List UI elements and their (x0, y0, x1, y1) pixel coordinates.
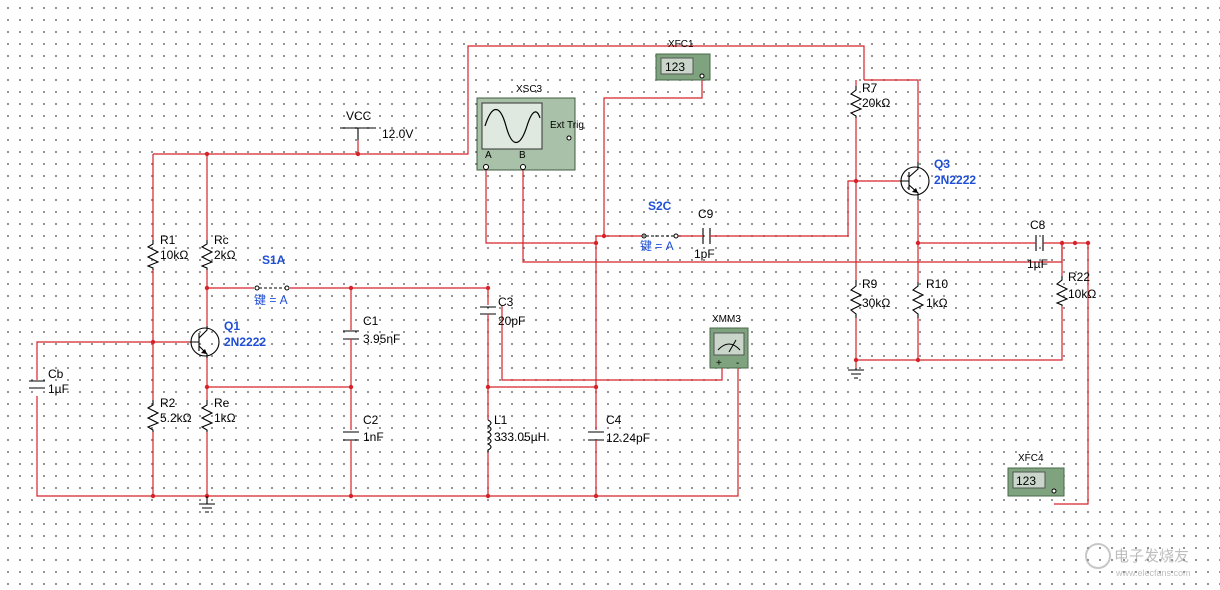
capacitor-cb[interactable]: Cb 1µF (29, 367, 69, 396)
r2-ref: R2 (160, 396, 176, 410)
transistor-q3[interactable]: Q3 2N2222 (900, 157, 976, 200)
capacitor-c3[interactable]: C3 20pF (480, 295, 525, 328)
c1-ref: C1 (363, 314, 379, 328)
c8-value: 1µF (1027, 257, 1048, 271)
schematic-svg: VCC 12.0V R1 10kΩ Rc 2kΩ R2 5.2kΩ Re 1kΩ… (29, 39, 1191, 578)
ext-trig-label: Ext Trig (550, 120, 584, 131)
l1-ref: L1 (494, 413, 508, 427)
c4-value: 12.24pF (606, 431, 650, 445)
r22-ref: R22 (1068, 270, 1090, 284)
xfc1-display: 123 (665, 60, 685, 74)
c3-ref: C3 (498, 295, 514, 309)
r7-value: 20kΩ (862, 96, 890, 110)
s1a-key: 键 = A (254, 293, 288, 307)
l1-value: 333.05µH (494, 430, 546, 444)
q1-ref: Q1 (224, 319, 240, 333)
junction-dots (150, 151, 1091, 499)
q3-ref: Q3 (934, 157, 950, 171)
r1-ref: R1 (160, 233, 176, 247)
xfc4-display: 123 (1016, 474, 1036, 488)
c3-value: 20pF (498, 314, 525, 328)
r10-ref: R10 (926, 277, 948, 291)
ground-symbol-right (848, 368, 864, 379)
r9-value: 30kΩ (862, 296, 890, 310)
scope-screen (481, 102, 543, 150)
r22-value: 10kΩ (1068, 287, 1096, 301)
r2-value: 5.2kΩ (160, 411, 192, 425)
watermark: 电子发烧友 www.elecfans.com (1085, 543, 1191, 578)
watermark-text: 电子发烧友 (1114, 548, 1189, 565)
transistor-q1[interactable]: Q1 2N2222 (190, 319, 266, 358)
xsc3-ref: XSC3 (516, 84, 543, 95)
q1-model: 2N2222 (224, 335, 266, 349)
c4-ref: C4 (606, 413, 622, 427)
xmm3-plus: + (716, 358, 722, 369)
cb-ref: Cb (48, 367, 64, 381)
vcc-name: VCC (346, 109, 372, 123)
elecfans-logo-icon (1085, 543, 1111, 569)
r10-value: 1kΩ (926, 296, 948, 310)
s1a-ref: S1A (262, 253, 286, 267)
c2-ref: C2 (363, 413, 379, 427)
chan-a-label: A (485, 150, 492, 161)
re-value: 1kΩ (214, 411, 236, 425)
capacitor-c8[interactable]: C8 1µF (1027, 218, 1048, 271)
ground-symbol-left (199, 496, 215, 513)
vcc-value: 12.0V (382, 127, 413, 141)
c9-value: 1pF (694, 247, 715, 261)
r1-value: 10kΩ (160, 248, 188, 262)
schematic-canvas[interactable]: VCC 12.0V R1 10kΩ Rc 2kΩ R2 5.2kΩ Re 1kΩ… (0, 0, 1220, 590)
c2-value: 1nF (363, 430, 384, 444)
xmm3-ref: XMM3 (712, 314, 741, 325)
frequency-counter-xfc1[interactable]: 123 XFC1 (655, 39, 711, 81)
xfc4-ref: XFC4 (1018, 453, 1044, 464)
c9-ref: C9 (698, 207, 714, 221)
xmm3-minus: - (736, 358, 739, 369)
inductor-l1[interactable]: L1 333.05µH (486, 413, 546, 452)
cb-value: 1µF (48, 382, 69, 396)
resistor-re[interactable]: Re 1kΩ (200, 396, 236, 432)
capacitor-c9[interactable]: C9 1pF (694, 207, 716, 261)
rc-value: 2kΩ (214, 248, 236, 262)
resistor-r2[interactable]: R2 5.2kΩ (146, 396, 192, 432)
capacitor-c2[interactable]: C2 1nF (343, 413, 384, 446)
c8-ref: C8 (1030, 218, 1046, 232)
capacitor-c4[interactable]: C4 12.24pF (588, 413, 650, 446)
c1-value: 3.95nF (363, 332, 400, 346)
re-ref: Re (214, 396, 230, 410)
resistor-r7[interactable]: R7 20kΩ (849, 81, 890, 118)
xfc1-ref: XFC1 (668, 39, 694, 50)
chan-b-label: B (519, 150, 526, 161)
resistor-r1[interactable]: R1 10kΩ (146, 233, 188, 270)
capacitor-c1[interactable]: C1 3.95nF (343, 314, 400, 346)
vcc-source[interactable]: VCC 12.0V (340, 109, 413, 141)
oscilloscope-xsc3[interactable]: Ext Trig A B XSC3 (476, 84, 584, 171)
resistor-r22[interactable]: R22 10kΩ (1055, 270, 1096, 306)
watermark-url: www.elecfans.com (1115, 568, 1191, 578)
resistor-r10[interactable]: R10 1kΩ (911, 277, 948, 318)
resistor-r9[interactable]: R9 30kΩ (849, 277, 890, 318)
r9-ref: R9 (862, 277, 878, 291)
switch-s1a[interactable]: S1A 键 = A (254, 253, 290, 307)
q3-model: 2N2222 (934, 173, 976, 187)
switch-s2c[interactable]: S2C 键 = A (640, 199, 679, 253)
s2c-ref: S2C (648, 199, 672, 213)
s2c-key: 键 = A (640, 239, 674, 253)
rc-ref: Rc (214, 233, 229, 247)
r7-ref: R7 (862, 81, 878, 95)
multimeter-xmm3[interactable]: + - XMM3 (709, 314, 749, 369)
frequency-counter-xfc4[interactable]: 123 XFC4 (1007, 453, 1065, 497)
